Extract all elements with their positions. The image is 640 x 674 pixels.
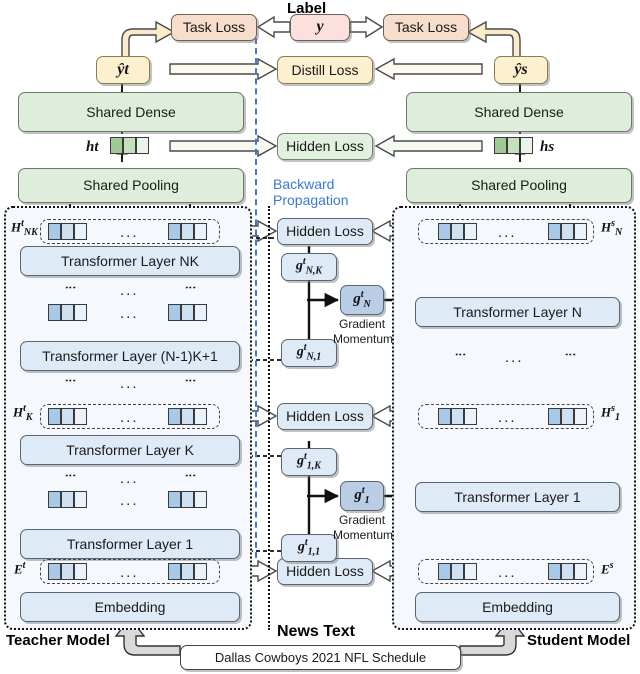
gradient-momentum-label-lower-line2: Momentum [333,528,394,542]
student-hidden-1-tokens-right [548,408,587,425]
student-hidden-N-tokens-left [438,223,477,240]
gradient-momentum-label-lower-line1: Gradient [339,513,386,527]
teacher-shared-pooling: Shared Pooling [18,168,244,203]
gradient-g11-box: gt1,1 [281,534,337,562]
student-hidden-N-tokens-right [548,223,587,240]
student-model-label: Student Model [527,632,631,649]
student-vdots-right-1: ⋮ [564,349,576,361]
student-embedding: Embedding [415,592,620,622]
gradient-momentum-g1-box: gt1 [340,481,384,511]
backward-propagation-label-line1: Backward [273,176,335,192]
student-shared-dense: Shared Dense [406,92,632,132]
teacher-hidden-vector-tokens [110,137,149,154]
teacher-boundary-dotted-line [268,206,270,630]
gradient-g1K-text: gt1,K [297,451,321,472]
student-hidden-vector-tokens [494,137,533,154]
teacher-mid-ellipsis-3: ... [120,470,139,487]
student-shared-pooling: Shared Pooling [406,168,632,203]
teacher-embedding-output-label: Et [14,560,26,577]
teacher-hidden-K-ellipsis: ... [120,409,139,426]
student-embedding-tokens-right [548,563,587,580]
label-y-text: y [316,18,324,36]
hidden-loss-middle: Hidden Loss [277,403,373,430]
student-hidden-1-tokens-left [438,408,477,425]
gradient-momentum-gN-box: gtN [340,285,384,315]
teacher-hidden-K-tokens-left [48,408,87,425]
gradient-g11-text: gt1,1 [297,537,321,558]
backward-propagation-label-line2: Propagation [273,192,349,208]
gradient-momentum-gN-text: gtN [353,288,371,310]
teacher-mid-ellipsis-1: ... [120,282,139,299]
teacher-mid-tokens-left-1 [48,304,87,321]
gradient-gN1-box: gtN,1 [281,339,337,367]
teacher-mid-ellipsis-2: ... [120,375,139,392]
label-y-box: y [290,14,350,41]
student-prediction-box: ŷs [494,56,548,84]
teacher-mid-tokens-right-2 [168,491,207,508]
student-hidden-vector-label: hs [540,139,555,155]
news-text-box[interactable]: Dallas Cowboys 2021 NFL Schedule [180,645,461,670]
teacher-vdots-left-1: ⋮ [64,282,76,294]
teacher-mid-tokens-right-1 [168,304,207,321]
gradient-gN1-text: gtN,1 [296,342,322,363]
distill-loss-box: Distill Loss [277,56,373,84]
teacher-transformer-layer-1: Transformer Layer 1 [20,529,240,559]
teacher-hidden-K-label: HtK [13,403,33,423]
teacher-embedding: Embedding [20,592,240,622]
teacher-hidden-NK-label: HtNK [11,218,38,238]
hidden-loss-top: Hidden Loss [277,218,373,245]
student-mid-ellipsis-1: ... [505,349,524,366]
teacher-vdots-right-2: ⋮ [184,375,196,387]
teacher-hidden-NK-tokens-left [48,223,87,240]
task-loss-student: Task Loss [383,14,469,41]
teacher-hidden-vector-label: ht [86,139,99,155]
teacher-prediction-box: ŷt [96,56,150,84]
teacher-vdots-right-3: ⋮ [184,470,196,482]
news-text-label: News Text [277,623,355,640]
teacher-mid-tokens-left-2 [48,491,87,508]
teacher-transformer-layer-NK: Transformer Layer NK [20,246,240,276]
student-embedding-output-label: Es [601,560,614,577]
student-hidden-N-label: HsN [601,218,623,238]
teacher-hidden-K-tokens-right [168,408,207,425]
hidden-loss-bottom: Hidden Loss [277,558,373,585]
student-transformer-layer-1: Transformer Layer 1 [415,482,620,512]
student-embedding-ellipsis: ... [498,564,517,581]
gradient-gNK-text: gtN,K [295,256,323,277]
teacher-transformer-layer-K: Transformer Layer K [20,435,240,465]
student-hidden-1-ellipsis: ... [498,409,517,426]
teacher-mid-tokens-ellipsis-2: ... [120,492,139,509]
teacher-shared-dense: Shared Dense [18,92,244,132]
teacher-hidden-NK-tokens-right [168,223,207,240]
gradient-momentum-g1-text: gt1 [354,484,370,506]
student-hidden-N-ellipsis: ... [498,224,517,241]
teacher-embedding-tokens-right [168,563,207,580]
gradient-momentum-label-upper-line2: Momentum [333,332,394,346]
teacher-embedding-tokens-left [48,563,87,580]
student-vdots-left-1: ⋮ [454,349,466,361]
hidden-loss-pooling: Hidden Loss [277,133,373,160]
teacher-vdots-right-1: ⋮ [184,282,196,294]
gradient-gNK-box: gtN,K [281,253,337,281]
teacher-prediction-text: ŷt [117,60,129,78]
teacher-model-label: Teacher Model [6,632,110,649]
gradient-momentum-label-upper-line1: Gradient [339,317,386,331]
teacher-transformer-layer-N1K1: Transformer Layer (N-1)K+1 [20,341,240,371]
diagram-canvas: Label Task Loss y Task Loss ŷt Distill L… [0,0,640,674]
teacher-embedding-ellipsis: ... [120,564,139,581]
gradient-g1K-box: gt1,K [281,448,337,476]
student-prediction-text: ŷs [514,60,528,78]
task-loss-teacher: Task Loss [171,14,257,41]
backward-propagation-line [255,38,257,558]
student-transformer-layer-N: Transformer Layer N [415,297,620,327]
teacher-mid-tokens-ellipsis-1: ... [120,305,139,322]
student-embedding-tokens-left [438,563,477,580]
teacher-hidden-NK-ellipsis: ... [120,224,139,241]
student-hidden-1-label: Hs1 [601,403,621,423]
teacher-vdots-left-2: ⋮ [64,375,76,387]
teacher-vdots-left-3: ⋮ [64,470,76,482]
